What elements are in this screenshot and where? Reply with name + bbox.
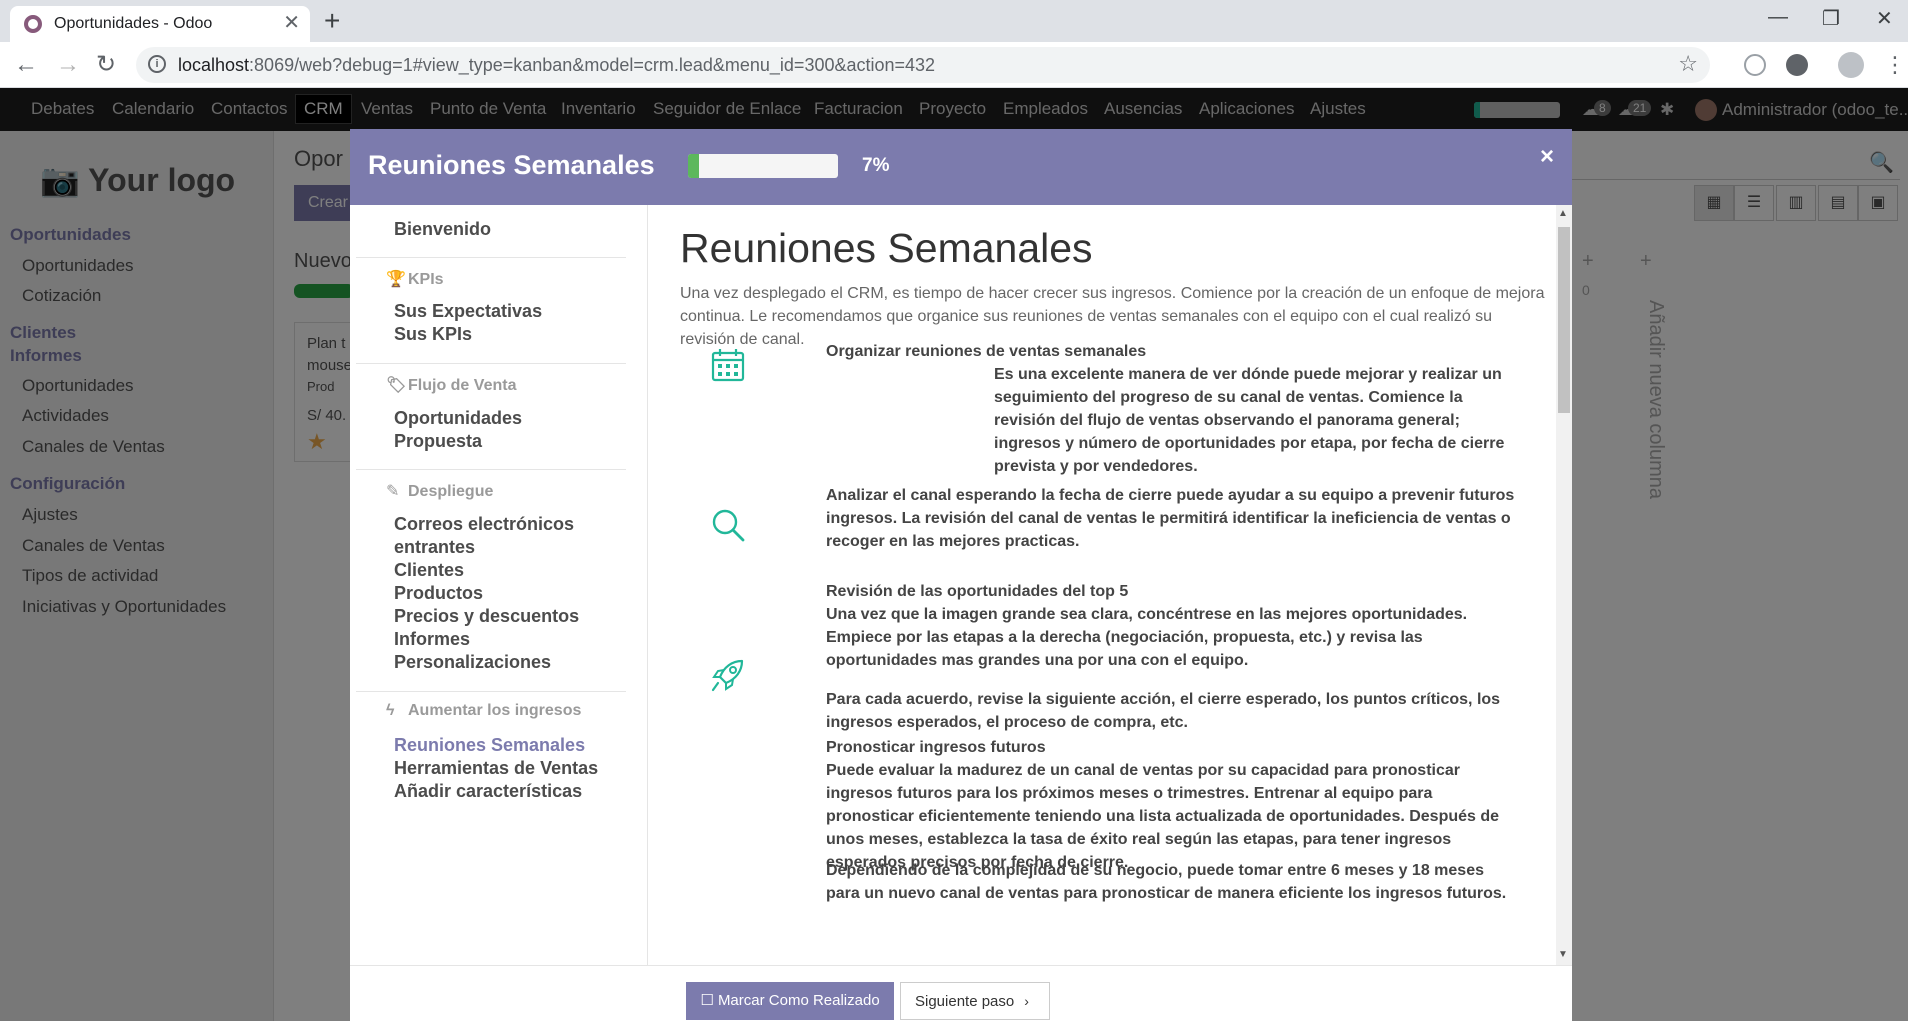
nav-informes[interactable]: Informes <box>394 629 470 650</box>
url-text[interactable]: localhost:8069/web?debug=1#view_type=kan… <box>178 55 935 76</box>
url-field[interactable]: i localhost:8069/web?debug=1#view_type=k… <box>136 47 1710 83</box>
nav-category-aumentar-ingresos: ϟ Aumentar los ingresos <box>386 702 582 719</box>
scroll-up-icon[interactable]: ▲ <box>1558 208 1568 219</box>
profile-avatar-icon[interactable] <box>1838 52 1864 78</box>
site-info-icon[interactable]: i <box>148 55 166 73</box>
nav-reuniones-semanales[interactable]: Reuniones Semanales <box>394 735 585 756</box>
scroll-thumb[interactable] <box>1558 227 1570 413</box>
content-heading: Reuniones Semanales <box>680 225 1093 271</box>
calendar-icon <box>711 349 745 382</box>
extension-icon[interactable] <box>1786 54 1808 76</box>
modal-footer: ☐ Marcar Como Realizado Siguiente paso › <box>350 965 1572 1021</box>
odoo-favicon-icon <box>24 15 42 33</box>
nav-personalizaciones[interactable]: Personalizaciones <box>394 652 551 673</box>
divider <box>356 363 626 364</box>
modal-progress-fill <box>688 154 699 178</box>
modal-left-nav: Bienvenido 🏆 KPIs Sus Expectativas Sus KP… <box>350 205 648 965</box>
divider <box>356 691 626 692</box>
section-text: Puede evaluar la madurez de un canal de … <box>826 762 1500 871</box>
close-icon[interactable]: × <box>1540 145 1554 169</box>
next-step-button[interactable]: Siguiente paso › <box>900 982 1050 1020</box>
divider <box>356 257 626 258</box>
magic-wand-icon: ✎ <box>386 483 400 500</box>
nav-anadir-caracteristicas[interactable]: Añadir características <box>394 781 582 802</box>
address-bar: ← → ↻ i localhost:8069/web?debug=1#view_… <box>0 42 1908 88</box>
trophy-icon: 🏆 <box>386 271 406 288</box>
nav-category-flujo-de-venta: 🏷 Flujo de Venta <box>386 377 517 394</box>
nav-category-despliegue: ✎ Despliegue <box>386 483 494 500</box>
section-text: Una vez que la imagen grande sea clara, … <box>826 606 1468 669</box>
back-icon[interactable]: ← <box>14 50 38 80</box>
modal-header: Reuniones Semanales 7% × <box>350 129 1572 205</box>
section-text: Es una excelente manera de ver dónde pue… <box>994 366 1505 475</box>
nav-sus-kpis[interactable]: Sus KPIs <box>394 324 472 345</box>
nav-precios-y-descuentos[interactable]: Precios y descuentos <box>394 606 579 627</box>
bookmark-star-icon[interactable]: ☆ <box>1678 51 1698 77</box>
browser-tabbar: Oportunidades - Odoo ✕ + — ❐ ✕ <box>0 0 1908 42</box>
section-paragraph: Dependiendo de la complejidad de su nego… <box>826 862 1507 902</box>
forward-icon[interactable]: → <box>56 50 80 80</box>
scroll-down-icon[interactable]: ▼ <box>1558 949 1568 960</box>
modal-title: Reuniones Semanales <box>368 150 655 180</box>
section-paragraph: Para cada acuerdo, revise la siguiente a… <box>826 691 1501 731</box>
reload-icon[interactable]: ↻ <box>96 50 116 80</box>
nav-sus-expectativas[interactable]: Sus Expectativas <box>394 301 542 322</box>
modal-progress-bar <box>688 154 838 178</box>
content-scrollbar[interactable]: ▲ ▼ <box>1556 205 1572 965</box>
minimize-icon[interactable]: — <box>1768 6 1788 29</box>
window-close-icon[interactable]: ✕ <box>1876 6 1893 31</box>
search-icon <box>712 509 745 542</box>
nav-clientes[interactable]: Clientes <box>394 560 464 581</box>
nav-productos[interactable]: Productos <box>394 583 483 604</box>
checkbox-icon: ☐ <box>700 992 714 1009</box>
tab-close-icon[interactable]: ✕ <box>283 11 300 35</box>
nav-propuesta[interactable]: Propuesta <box>394 431 482 452</box>
nav-entrantes[interactable]: entrantes <box>394 537 475 558</box>
onboarding-modal: Reuniones Semanales 7% × Bienvenido 🏆 KPI… <box>350 129 1572 1021</box>
extension-icon[interactable] <box>1744 54 1766 76</box>
nav-herramientas-de-ventas[interactable]: Herramientas de Ventas <box>394 758 598 779</box>
browser-tab[interactable]: Oportunidades - Odoo ✕ <box>10 6 310 42</box>
section-title: Revisión de las oportunidades del top 5 <box>826 583 1129 600</box>
section-paragraph: Analizar el canal esperando la fecha de … <box>826 487 1515 550</box>
tag-icon: 🏷 <box>386 377 407 394</box>
restore-icon[interactable]: ❐ <box>1822 6 1840 31</box>
section-pronosticar-ingresos: Pronosticar ingresos futuros Puede evalu… <box>826 736 1516 874</box>
nav-category-kpis: 🏆 KPIs <box>386 271 444 288</box>
modal-main-content: Reuniones Semanales Una vez desplegado e… <box>648 205 1572 965</box>
section-organizar-reuniones: Organizar reuniones de ventas semanales … <box>826 340 1516 478</box>
mark-done-button[interactable]: ☐ Marcar Como Realizado <box>686 982 894 1020</box>
chevron-right-icon: › <box>1024 993 1029 1009</box>
divider <box>356 469 626 470</box>
section-title: Organizar reuniones de ventas semanales <box>826 343 1147 360</box>
nav-oportunidades[interactable]: Oportunidades <box>394 408 522 429</box>
section-title: Pronosticar ingresos futuros <box>826 739 1046 756</box>
nav-correos-electronicos[interactable]: Correos electrónicos <box>394 514 574 535</box>
rocket-icon <box>711 659 744 692</box>
browser-menu-icon[interactable]: ⋮ <box>1884 50 1906 80</box>
tab-title: Oportunidades - Odoo <box>54 15 213 32</box>
section-top5-oportunidades: Revisión de las oportunidades del top 5 … <box>826 580 1516 672</box>
nav-bienvenido[interactable]: Bienvenido <box>394 219 491 240</box>
modal-progress-label: 7% <box>862 155 890 176</box>
new-tab-icon[interactable]: + <box>324 4 340 38</box>
bolt-icon: ϟ <box>386 702 395 719</box>
